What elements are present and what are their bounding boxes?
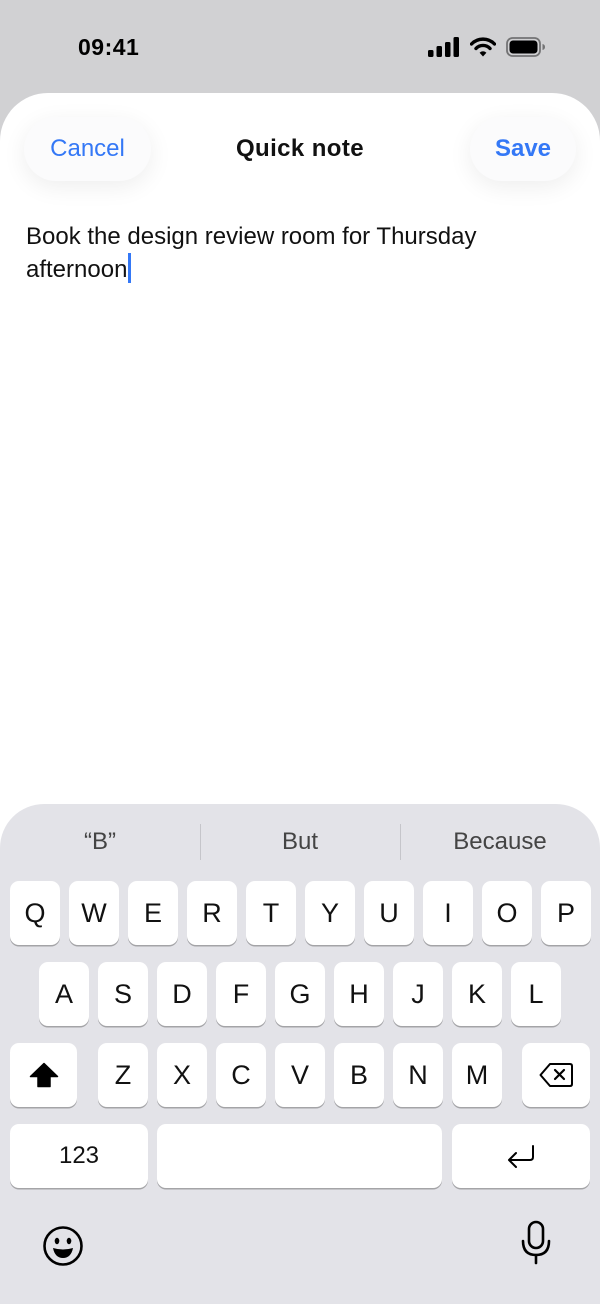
key-m[interactable]: M xyxy=(452,1043,502,1107)
battery-icon xyxy=(506,37,545,57)
return-icon xyxy=(508,1145,534,1168)
shift-key[interactable] xyxy=(10,1043,77,1107)
save-button[interactable]: Save xyxy=(470,117,576,181)
key-v[interactable]: V xyxy=(275,1043,325,1107)
key-b[interactable]: B xyxy=(334,1043,384,1107)
status-icons xyxy=(428,37,546,57)
key-k[interactable]: K xyxy=(452,962,502,1026)
delete-key[interactable] xyxy=(522,1043,590,1107)
status-time: 09:41 xyxy=(78,34,140,60)
shift-icon xyxy=(29,1062,58,1088)
emoji-icon xyxy=(43,1226,83,1266)
microphone-icon xyxy=(521,1220,551,1265)
note-text-area[interactable]: Book the design review room for Thursday… xyxy=(26,220,566,286)
key-s[interactable]: S xyxy=(98,962,148,1026)
key-x[interactable]: X xyxy=(157,1043,207,1107)
key-t[interactable]: T xyxy=(246,881,296,945)
microphone-button[interactable] xyxy=(518,1218,554,1268)
suggestion-item[interactable]: “B” xyxy=(0,822,200,862)
keyboard: “B” But Because Q W E R T Y U I O P A S … xyxy=(0,804,600,1304)
note-text: Book the design review room for Thursday… xyxy=(26,223,477,283)
key-c[interactable]: C xyxy=(216,1043,266,1107)
key-u[interactable]: U xyxy=(364,881,414,945)
text-cursor xyxy=(128,253,131,283)
emoji-button[interactable] xyxy=(41,1224,85,1268)
key-j[interactable]: J xyxy=(393,962,443,1026)
status-bar: 09:41 xyxy=(0,0,600,95)
key-q[interactable]: Q xyxy=(10,881,60,945)
key-i[interactable]: I xyxy=(423,881,473,945)
key-g[interactable]: G xyxy=(275,962,325,1026)
key-r[interactable]: R xyxy=(187,881,237,945)
key-p[interactable]: P xyxy=(541,881,591,945)
key-z[interactable]: Z xyxy=(98,1043,148,1107)
key-h[interactable]: H xyxy=(334,962,384,1026)
key-n[interactable]: N xyxy=(393,1043,443,1107)
suggestion-item[interactable]: Because xyxy=(400,822,600,862)
suggestion-item[interactable]: But xyxy=(200,822,400,862)
return-key[interactable] xyxy=(452,1124,590,1188)
key-o[interactable]: O xyxy=(482,881,532,945)
key-e[interactable]: E xyxy=(128,881,178,945)
space-key[interactable] xyxy=(157,1124,442,1188)
delete-icon xyxy=(539,1063,573,1087)
suggestion-bar: “B” But Because xyxy=(0,822,600,862)
key-w[interactable]: W xyxy=(69,881,119,945)
key-d[interactable]: D xyxy=(157,962,207,1026)
key-y[interactable]: Y xyxy=(305,881,355,945)
numbers-key[interactable]: 123 xyxy=(10,1124,148,1188)
key-a[interactable]: A xyxy=(39,962,89,1026)
key-l[interactable]: L xyxy=(511,962,561,1026)
key-f[interactable]: F xyxy=(216,962,266,1026)
signal-icon xyxy=(428,37,459,57)
wifi-icon xyxy=(470,37,496,57)
